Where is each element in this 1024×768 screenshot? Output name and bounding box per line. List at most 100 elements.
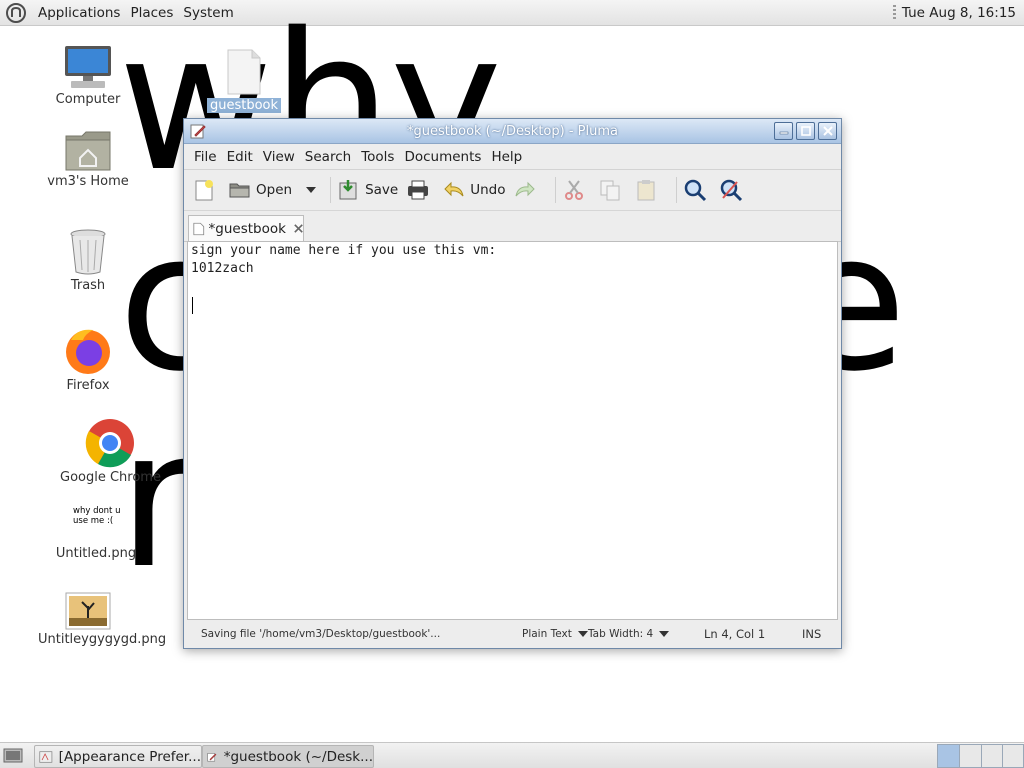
editor-line: 1012zach: [191, 261, 254, 276]
desktop-icon-untitleygygygd[interactable]: Untitleygygygd.png: [38, 592, 167, 647]
toolbar: Open Save Undo: [184, 170, 841, 211]
desktop-icon-trash[interactable]: Trash: [38, 228, 138, 293]
cut-button[interactable]: [562, 178, 590, 202]
desktop-icon-guestbook[interactable]: guestbook: [194, 48, 294, 113]
pluma-app-icon: [207, 752, 217, 761]
text-file-icon: [193, 222, 205, 235]
workspace-4[interactable]: [1002, 744, 1024, 768]
find-replace-button[interactable]: [719, 178, 747, 202]
desktop-icon-label: Google Chrome: [60, 470, 161, 485]
text-editor[interactable]: sign your name here if you use this vm: …: [187, 241, 838, 620]
minimize-icon: [779, 131, 788, 135]
image-thumbnail-icon: why dont u use me :(: [73, 506, 121, 526]
paste-button[interactable]: [634, 178, 662, 202]
desktop-icon-label: vm3's Home: [47, 174, 129, 189]
desktop-icon-label: Computer: [55, 92, 121, 107]
desktop-icon-computer[interactable]: Computer: [38, 44, 138, 107]
toolbar-separator: [555, 177, 557, 203]
image-thumbnail-icon: [65, 592, 111, 630]
statusbar: Saving file '/home/vm3/Desktop/guestbook…: [184, 620, 841, 648]
clock[interactable]: Tue Aug 8, 16:15: [902, 5, 1016, 21]
task-label: *guestbook (~/Desk...: [223, 748, 373, 765]
menu-view[interactable]: View: [258, 149, 300, 165]
toolbar-separator: [330, 177, 332, 203]
paste-icon: [637, 180, 655, 201]
desktop-icon-firefox[interactable]: Firefox: [38, 326, 138, 393]
maximize-icon: [800, 126, 811, 136]
taskbar-item-guestbook[interactable]: *guestbook (~/Desk...: [202, 745, 374, 768]
text-file-icon: [227, 49, 261, 95]
open-folder-icon: [229, 183, 250, 198]
editor-line: sign your name here if you use this vm:: [191, 243, 497, 258]
chevron-down-icon: [659, 631, 670, 637]
desktop-icon-untitled-png[interactable]: why dont u use me :( Untitled.png: [46, 506, 146, 561]
new-document-button[interactable]: [192, 178, 220, 202]
desktop-icon-label: Untitleygygygd.png: [38, 632, 167, 647]
status-message: Saving file '/home/vm3/Desktop/guestbook…: [201, 628, 441, 640]
tab-width-selector[interactable]: Tab Width: 4: [588, 628, 670, 640]
menu-documents[interactable]: Documents: [399, 149, 486, 165]
close-tab-icon[interactable]: [294, 223, 303, 234]
desktop-icon-label: Firefox: [66, 378, 110, 393]
workspace-2[interactable]: [959, 744, 982, 768]
pluma-window[interactable]: *guestbook (~/Desktop) - Pluma File Edit…: [183, 118, 842, 649]
document-tabbar: *guestbook: [184, 211, 841, 242]
menu-help[interactable]: Help: [486, 149, 527, 165]
home-folder-icon: [65, 131, 111, 171]
tab-width-label: Tab Width: 4: [588, 628, 654, 640]
copy-button[interactable]: [598, 178, 626, 202]
desktop-icon-label: guestbook: [206, 98, 282, 113]
cut-icon: [565, 180, 584, 200]
bottom-panel: [Appearance Prefer... *guestbook (~/Desk…: [0, 742, 1024, 768]
trash-icon: [70, 229, 106, 275]
print-button[interactable]: [406, 178, 434, 202]
menu-file[interactable]: File: [189, 149, 222, 165]
window-titlebar[interactable]: *guestbook (~/Desktop) - Pluma: [184, 119, 841, 144]
workspace-1[interactable]: [937, 744, 960, 768]
search-icon: [685, 179, 707, 202]
desktop-icon-home[interactable]: vm3's Home: [38, 128, 138, 189]
language-selector[interactable]: Plain Text: [522, 628, 588, 640]
show-desktop-icon[interactable]: [3, 747, 23, 764]
task-label: [Appearance Prefer...: [58, 748, 201, 765]
close-button[interactable]: [818, 122, 837, 140]
mate-logo-icon[interactable]: [5, 2, 27, 24]
minimize-button[interactable]: [774, 122, 793, 140]
close-icon: [822, 126, 833, 136]
window-title: *guestbook (~/Desktop) - Pluma: [407, 123, 618, 139]
document-tab[interactable]: *guestbook: [188, 215, 304, 241]
appearance-icon: [39, 750, 53, 763]
workspace-3[interactable]: [981, 744, 1004, 768]
open-recent-dropdown-icon[interactable]: [306, 187, 317, 193]
toolbar-separator: [676, 177, 678, 203]
undo-icon: [444, 181, 464, 197]
desktop-icon-chrome[interactable]: Google Chrome: [60, 418, 161, 485]
undo-button[interactable]: Undo: [442, 178, 505, 202]
redo-icon: [515, 181, 536, 197]
taskbar-item-appearance[interactable]: [Appearance Prefer...: [34, 745, 202, 768]
print-icon: [408, 180, 429, 200]
tab-label: *guestbook: [208, 220, 286, 237]
undo-label: Undo: [470, 182, 506, 198]
save-button[interactable]: Save: [337, 178, 398, 202]
menubar: File Edit View Search Tools Documents He…: [184, 144, 841, 170]
open-button[interactable]: Open: [228, 178, 317, 202]
find-button[interactable]: [683, 178, 711, 202]
open-label: Open: [256, 182, 293, 198]
menu-tools[interactable]: Tools: [356, 149, 399, 165]
applications-menu[interactable]: Applications: [33, 5, 125, 21]
menu-edit[interactable]: Edit: [222, 149, 258, 165]
computer-icon: [65, 46, 111, 88]
maximize-button[interactable]: [796, 122, 815, 140]
insert-mode: INS: [802, 627, 822, 641]
panel-handle[interactable]: [892, 4, 896, 21]
firefox-icon: [66, 329, 110, 374]
save-icon: [339, 180, 357, 200]
menu-search[interactable]: Search: [300, 149, 356, 165]
chevron-down-icon: [577, 631, 588, 637]
redo-button[interactable]: [513, 178, 541, 202]
copy-icon: [600, 180, 620, 201]
find-replace-icon: [721, 179, 743, 202]
chrome-icon: [85, 419, 134, 468]
